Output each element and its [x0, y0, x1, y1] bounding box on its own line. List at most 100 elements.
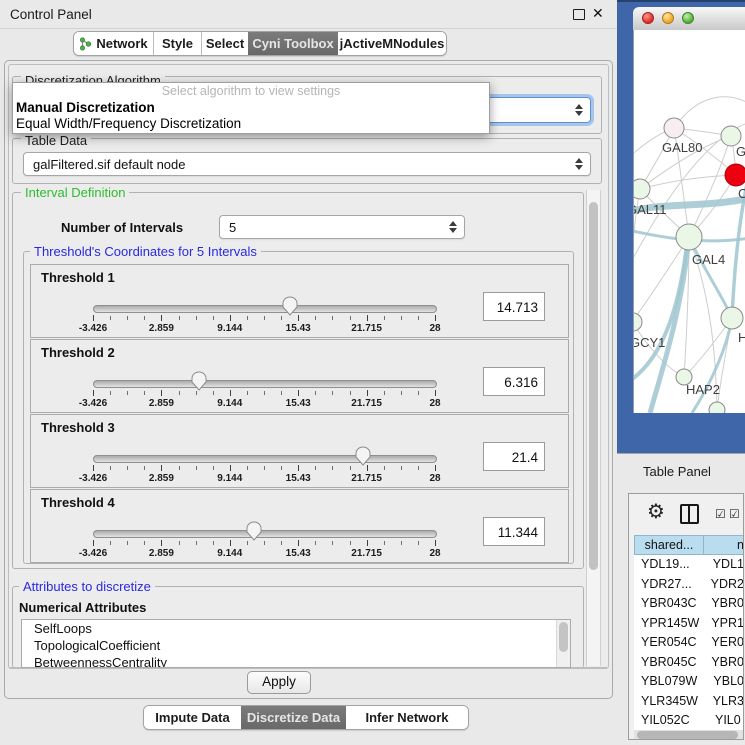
slider-tick: [144, 466, 145, 470]
threshold-1-panel: Threshold 1-3.4262.8599.14415.4321.71528…: [30, 264, 569, 338]
zoom-traffic-light[interactable]: [682, 12, 694, 24]
table-panel: Table Panel ⚙ ☑ ☑ shared... n YDL19...YD…: [617, 453, 745, 745]
network-node-gal4[interactable]: [676, 224, 702, 250]
checkbox-icon[interactable]: ☑: [715, 507, 726, 521]
attributes-scrollbar-thumb[interactable]: [559, 622, 568, 652]
attribute-item[interactable]: SelfLoops: [22, 620, 570, 637]
table-data-combo-value: galFiltered.sif default node: [33, 157, 185, 172]
table-header-name[interactable]: n: [704, 535, 744, 555]
slider-tick: [93, 315, 94, 321]
table-row[interactable]: YDL19...YDL1: [634, 555, 744, 575]
network-node-gcy1[interactable]: [634, 313, 642, 331]
network-node-c[interactable]: [725, 164, 745, 186]
tab-infer-network[interactable]: Infer Network: [346, 706, 468, 729]
cell-shared-name: YBR045C: [634, 653, 704, 673]
table-hscrollbar-thumb[interactable]: [637, 731, 738, 739]
table-header-shared-name[interactable]: shared...: [634, 535, 704, 555]
threshold-1-value-field[interactable]: 14.713: [483, 292, 545, 321]
threshold-3-slider-track[interactable]: [93, 455, 437, 463]
slider-tick: [127, 316, 128, 320]
attribute-item[interactable]: BetweennessCentrality: [22, 654, 570, 668]
slider-tick: [93, 390, 94, 396]
slider-tick: [144, 541, 145, 545]
threshold-2-panel: Threshold 2-3.4262.8599.14415.4321.71528…: [30, 339, 569, 413]
table-hscrollbar[interactable]: [634, 730, 744, 740]
algorithm-option-2[interactable]: Equal Width/Frequency Discretization: [13, 116, 489, 132]
slider-tick: [418, 316, 419, 320]
network-window-titlebar[interactable]: [633, 7, 745, 31]
table-row[interactable]: YIL052CYIL0: [634, 711, 744, 730]
network-node-label: HAP2: [686, 382, 720, 397]
algorithm-option-1[interactable]: Manual Discretization: [13, 100, 489, 116]
table-row[interactable]: YBL079WYBL0: [634, 672, 744, 692]
number-of-intervals-combo[interactable]: 5: [219, 215, 465, 239]
network-view[interactable]: GAL80GACGAL11GAL4GCY1HHAP2: [633, 30, 745, 413]
cell-name: YPR1: [704, 614, 744, 634]
slider-tick: [350, 316, 351, 320]
slider-tick: [161, 315, 162, 321]
panel-scrollbar-thumb[interactable]: [589, 202, 598, 570]
slider-tick: [332, 391, 333, 395]
network-node-label: GA: [736, 144, 745, 159]
table-row[interactable]: YLR345WYLR3: [634, 692, 744, 712]
slider-tick: [384, 391, 385, 395]
thresholds-group-title: Threshold's Coordinates for 5 Intervals: [30, 244, 261, 259]
tab-jactivemnodules[interactable]: jActiveMNodules: [338, 32, 446, 55]
slider-tick: [110, 466, 111, 470]
attribute-item[interactable]: TopologicalCoefficient: [22, 637, 570, 654]
table-row[interactable]: YER054CYER0: [634, 633, 744, 653]
tab-cyni-toolbox[interactable]: Cyni Toolbox: [248, 32, 338, 55]
table-row[interactable]: YBR045CYBR0: [634, 653, 744, 673]
threshold-2-slider-handle[interactable]: [191, 371, 207, 391]
slider-tick: [230, 315, 231, 321]
tab-network[interactable]: Network: [74, 32, 153, 55]
network-node-gal80[interactable]: [664, 118, 684, 138]
network-edge: [674, 97, 745, 128]
threshold-3-value-field[interactable]: 21.4: [483, 442, 545, 471]
table-row[interactable]: YBR043CYBR0: [634, 594, 744, 614]
threshold-4-slider-handle[interactable]: [246, 521, 262, 541]
minimize-traffic-light[interactable]: [662, 12, 674, 24]
threshold-4-slider-track[interactable]: [93, 530, 437, 538]
tab-select[interactable]: Select: [201, 32, 248, 55]
close-traffic-light[interactable]: [642, 12, 654, 24]
slider-tick-label: -3.426: [79, 323, 107, 334]
threshold-1-slider-handle[interactable]: [282, 296, 298, 316]
close-icon[interactable]: ✕: [592, 5, 604, 22]
network-node-h[interactable]: [721, 307, 743, 329]
network-node[interactable]: [709, 402, 725, 413]
column-layout-icon[interactable]: [680, 504, 699, 524]
apply-button[interactable]: Apply: [247, 671, 311, 694]
slider-tick: [298, 390, 299, 396]
cell-shared-name: YBR043C: [634, 594, 704, 614]
slider-tick: [110, 391, 111, 395]
threshold-4-value-field[interactable]: 11.344: [483, 517, 545, 546]
slider-tick: [247, 316, 248, 320]
gear-icon[interactable]: ⚙: [647, 499, 665, 524]
slider-tick: [196, 316, 197, 320]
numerical-attributes-list: SelfLoopsTopologicalCoefficientBetweenne…: [21, 619, 571, 668]
tab-impute-data[interactable]: Impute Data: [144, 706, 241, 729]
network-node-gal11[interactable]: [634, 179, 650, 199]
checkbox-icon[interactable]: ☑: [729, 507, 740, 521]
network-node-ga[interactable]: [721, 126, 741, 146]
threshold-1-slider-track[interactable]: [93, 305, 437, 313]
cell-shared-name: YBL079W: [634, 672, 706, 692]
panel-scrollbar[interactable]: [586, 190, 601, 666]
tab-discretize-data[interactable]: Discretize Data: [241, 706, 346, 729]
table-data-combo[interactable]: galFiltered.sif default node: [23, 152, 591, 176]
network-node-label: C: [738, 186, 745, 201]
float-window-icon[interactable]: [573, 9, 585, 20]
attributes-scrollbar[interactable]: [556, 620, 570, 667]
attributes-group-title: Attributes to discretize: [19, 579, 155, 594]
slider-tick: [418, 391, 419, 395]
tab-style[interactable]: Style: [153, 32, 201, 55]
slider-tick: [144, 391, 145, 395]
threshold-2-slider-track[interactable]: [93, 380, 437, 388]
table-row[interactable]: YDR27...YDR2: [634, 575, 744, 595]
network-node-label: GAL80: [662, 140, 702, 155]
threshold-3-slider-handle[interactable]: [355, 446, 371, 466]
table-row[interactable]: YPR145WYPR1: [634, 614, 744, 634]
threshold-2-label: Threshold 2: [41, 345, 115, 360]
threshold-2-value-field[interactable]: 6.316: [483, 367, 545, 396]
